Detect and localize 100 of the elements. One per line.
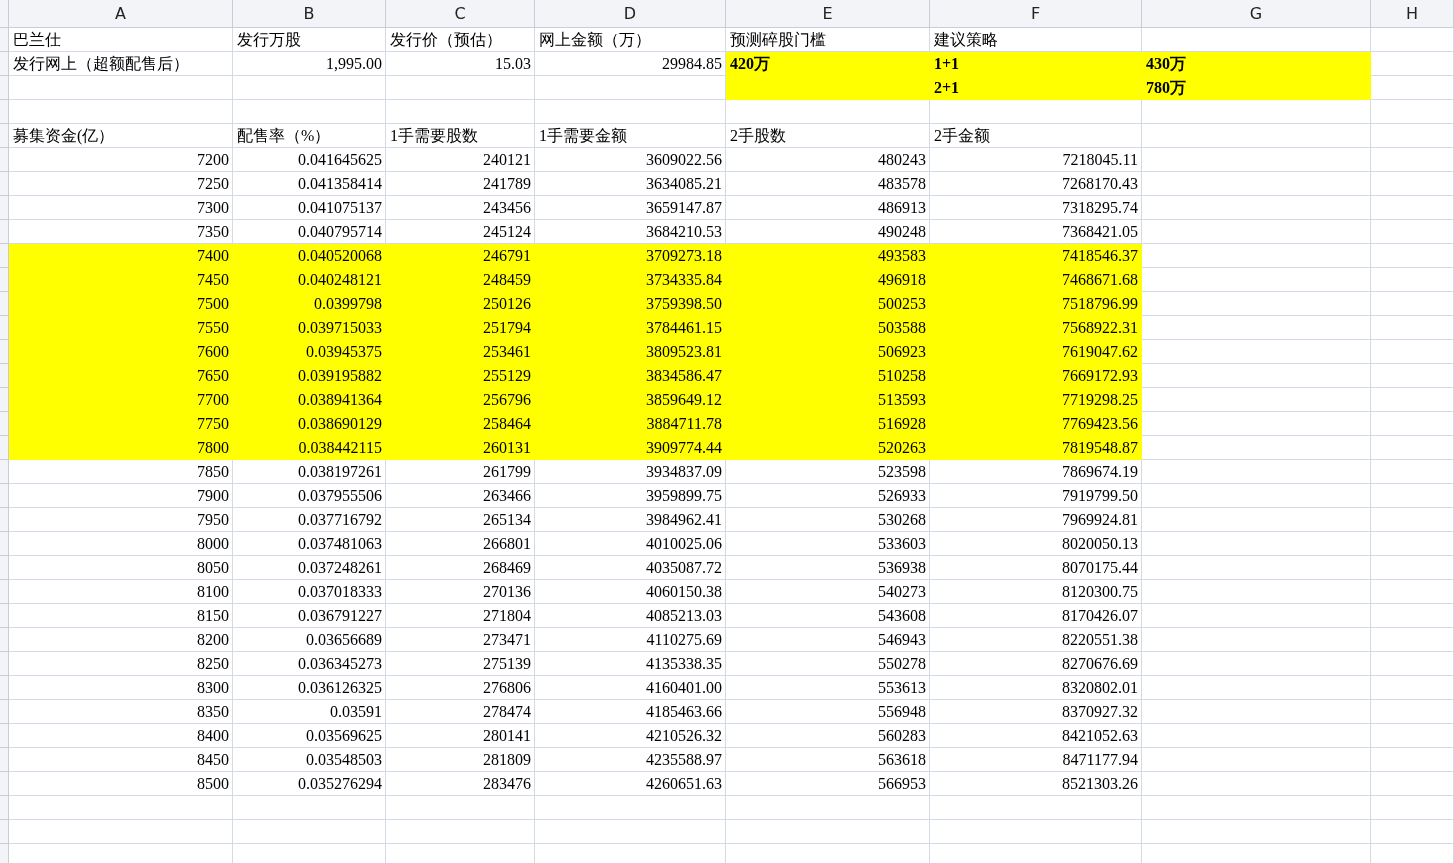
row-header[interactable] — [0, 76, 9, 100]
table-cell: 275139 — [386, 652, 535, 676]
table-cell: 3984962.41 — [535, 508, 726, 532]
column-header[interactable]: E — [726, 0, 930, 28]
column-header[interactable]: F — [930, 0, 1142, 28]
table-cell: 3934837.09 — [535, 460, 726, 484]
table-cell: 560283 — [726, 724, 930, 748]
column-header[interactable]: G — [1142, 0, 1371, 28]
row-header[interactable] — [0, 796, 9, 820]
table-cell: 7919799.50 — [930, 484, 1142, 508]
table-cell: 0.0399798 — [233, 292, 386, 316]
table-cell: 550278 — [726, 652, 930, 676]
table-cell: 3609022.56 — [535, 148, 726, 172]
table-cell: 1+1 — [930, 52, 1142, 76]
table-cell: 0.038442115 — [233, 436, 386, 460]
row-header[interactable] — [0, 100, 9, 124]
row-header[interactable] — [0, 148, 9, 172]
row-header[interactable] — [0, 820, 9, 844]
table-cell: 0.036791227 — [233, 604, 386, 628]
row-header[interactable] — [0, 556, 9, 580]
row-header[interactable] — [0, 220, 9, 244]
table-cell: 0.039195882 — [233, 364, 386, 388]
column-header[interactable]: A — [9, 0, 233, 28]
column-header[interactable]: B — [233, 0, 386, 28]
table-cell: 480243 — [726, 148, 930, 172]
row-header[interactable] — [0, 724, 9, 748]
row-header[interactable] — [0, 316, 9, 340]
row-header[interactable] — [0, 484, 9, 508]
row-header[interactable] — [0, 172, 9, 196]
table-cell: 4010025.06 — [535, 532, 726, 556]
column-header[interactable]: D — [535, 0, 726, 28]
table-cell: 493583 — [726, 244, 930, 268]
table-cell: 556948 — [726, 700, 930, 724]
row-header[interactable] — [0, 364, 9, 388]
table-cell: 430万 — [1142, 52, 1371, 76]
table-cell: 募集资金(亿） — [9, 124, 233, 148]
row-header[interactable] — [0, 196, 9, 220]
table-cell: 7869674.19 — [930, 460, 1142, 484]
table-cell: 7468671.68 — [930, 268, 1142, 292]
table-cell: 7619047.62 — [930, 340, 1142, 364]
row-header[interactable] — [0, 52, 9, 76]
row-header[interactable] — [0, 460, 9, 484]
table-cell: 8320802.01 — [930, 676, 1142, 700]
row-header[interactable] — [0, 652, 9, 676]
table-cell: 8400 — [9, 724, 233, 748]
row-header[interactable] — [0, 388, 9, 412]
table-cell: 7568922.31 — [930, 316, 1142, 340]
row-header[interactable] — [0, 124, 9, 148]
table-cell: 0.037955506 — [233, 484, 386, 508]
row-header[interactable] — [0, 604, 9, 628]
row-header[interactable] — [0, 532, 9, 556]
table-cell: 2手股数 — [726, 124, 930, 148]
table-cell: 8250 — [9, 652, 233, 676]
table-cell: 8270676.69 — [930, 652, 1142, 676]
row-header[interactable] — [0, 268, 9, 292]
table-cell: 0.037716792 — [233, 508, 386, 532]
table-cell: 4235588.97 — [535, 748, 726, 772]
row-header[interactable] — [0, 628, 9, 652]
column-header[interactable]: C — [386, 0, 535, 28]
table-cell: 7769423.56 — [930, 412, 1142, 436]
row-header[interactable] — [0, 28, 9, 52]
table-cell: 3859649.12 — [535, 388, 726, 412]
table-cell: 530268 — [726, 508, 930, 532]
row-header[interactable] — [0, 292, 9, 316]
table-cell: 29984.85 — [535, 52, 726, 76]
table-cell: 523598 — [726, 460, 930, 484]
row-header[interactable] — [0, 340, 9, 364]
row-header[interactable] — [0, 412, 9, 436]
table-cell: 7450 — [9, 268, 233, 292]
row-header[interactable] — [0, 844, 9, 863]
table-cell: 1,995.00 — [233, 52, 386, 76]
table-cell: 0.041075137 — [233, 196, 386, 220]
row-header[interactable] — [0, 436, 9, 460]
row-header[interactable] — [0, 676, 9, 700]
table-cell: 发行价（预估） — [386, 28, 535, 52]
table-cell: 7500 — [9, 292, 233, 316]
table-cell: 486913 — [726, 196, 930, 220]
row-header[interactable] — [0, 748, 9, 772]
table-cell: 263466 — [386, 484, 535, 508]
table-cell: 278474 — [386, 700, 535, 724]
table-cell: 281809 — [386, 748, 535, 772]
table-cell: 271804 — [386, 604, 535, 628]
table-cell: 520263 — [726, 436, 930, 460]
column-header[interactable]: H — [1371, 0, 1454, 28]
row-header[interactable] — [0, 244, 9, 268]
table-cell: 510258 — [726, 364, 930, 388]
table-cell: 258464 — [386, 412, 535, 436]
table-cell: 3734335.84 — [535, 268, 726, 292]
table-cell: 8170426.07 — [930, 604, 1142, 628]
table-cell: 0.040248121 — [233, 268, 386, 292]
row-header[interactable] — [0, 508, 9, 532]
table-cell: 256796 — [386, 388, 535, 412]
table-cell: 4060150.38 — [535, 580, 726, 604]
table-cell: 273471 — [386, 628, 535, 652]
table-cell: 8020050.13 — [930, 532, 1142, 556]
row-header[interactable] — [0, 700, 9, 724]
table-cell: 540273 — [726, 580, 930, 604]
row-header[interactable] — [0, 580, 9, 604]
row-header[interactable] — [0, 772, 9, 796]
table-cell: 8370927.32 — [930, 700, 1142, 724]
